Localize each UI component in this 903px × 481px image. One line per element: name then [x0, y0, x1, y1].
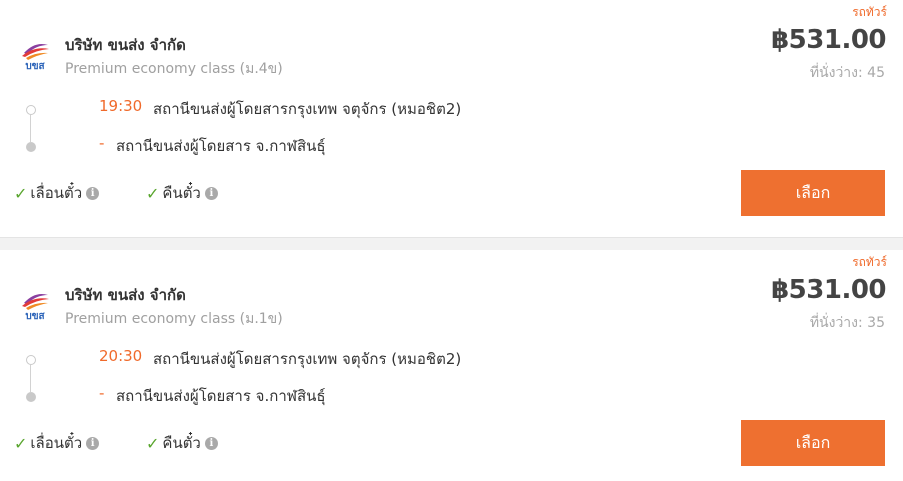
- company-name: บริษัท ขนส่ง จำกัด: [65, 286, 186, 304]
- select-button[interactable]: เลือก: [741, 170, 885, 216]
- bus-type-tag: รถทัวร์: [852, 5, 887, 19]
- bus-type-tag: รถทัวร์: [852, 255, 887, 269]
- departure-dot-icon: [26, 355, 36, 365]
- info-icon[interactable]: i: [204, 436, 218, 450]
- arrival-dot-icon: [26, 142, 36, 152]
- arrival-time: -: [99, 134, 105, 152]
- seats-available: ที่นั่งว่าง: 45: [809, 65, 885, 81]
- svg-text:บขส: บขส: [25, 311, 45, 321]
- card-separator: [0, 237, 903, 250]
- select-button[interactable]: เลือก: [741, 420, 885, 466]
- check-icon: ✓: [14, 183, 28, 203]
- departure-station: สถานีขนส่งผู้โดยสารกรุงเทพ จตุจักร (หมอช…: [153, 350, 462, 368]
- feature-reschedule: ✓ เลื่อนตั๋ว i: [14, 181, 100, 205]
- check-icon: ✓: [146, 183, 160, 203]
- route-line: [30, 365, 31, 392]
- check-icon: ✓: [14, 433, 28, 453]
- company-name: บริษัท ขนส่ง จำกัด: [65, 36, 186, 54]
- info-icon[interactable]: i: [204, 186, 218, 200]
- price: ฿531.00: [771, 275, 886, 305]
- arrival-station: สถานีขนส่งผู้โดยสาร จ.กาฬสินธุ์: [116, 387, 326, 405]
- bks-logo-icon: บขส: [18, 289, 52, 322]
- vehicle-class: Premium economy class (ม.1ข): [65, 311, 283, 327]
- route-line: [30, 115, 31, 142]
- svg-text:บขส: บขส: [25, 61, 45, 71]
- departure-station: สถานีขนส่งผู้โดยสารกรุงเทพ จตุจักร (หมอช…: [153, 100, 462, 118]
- seats-available: ที่นั่งว่าง: 35: [809, 315, 885, 331]
- departure-dot-icon: [26, 105, 36, 115]
- departure-time: 19:30: [99, 97, 143, 115]
- departure-time: 20:30: [99, 347, 143, 365]
- price: ฿531.00: [771, 25, 886, 55]
- feature-label: เลื่อนตั๋ว: [30, 434, 83, 452]
- feature-label: คืนตั๋ว: [162, 434, 201, 452]
- feature-label: คืนตั๋ว: [162, 184, 201, 202]
- arrival-dot-icon: [26, 392, 36, 402]
- feature-refund: ✓ คืนตั๋ว i: [146, 431, 218, 455]
- feature-label: เลื่อนตั๋ว: [30, 184, 83, 202]
- info-icon[interactable]: i: [86, 186, 100, 200]
- vehicle-class: Premium economy class (ม.4ข): [65, 61, 283, 77]
- feature-reschedule: ✓ เลื่อนตั๋ว i: [14, 431, 100, 455]
- feature-refund: ✓ คืนตั๋ว i: [146, 181, 218, 205]
- arrival-time: -: [99, 384, 105, 402]
- arrival-station: สถานีขนส่งผู้โดยสาร จ.กาฬสินธุ์: [116, 137, 326, 155]
- bks-logo-icon: บขส: [18, 39, 52, 72]
- trip-card: บขส บริษัท ขนส่ง จำกัด Premium economy c…: [0, 0, 903, 237]
- check-icon: ✓: [146, 433, 160, 453]
- info-icon[interactable]: i: [86, 436, 100, 450]
- trip-card: บขส บริษัท ขนส่ง จำกัด Premium economy c…: [0, 250, 903, 481]
